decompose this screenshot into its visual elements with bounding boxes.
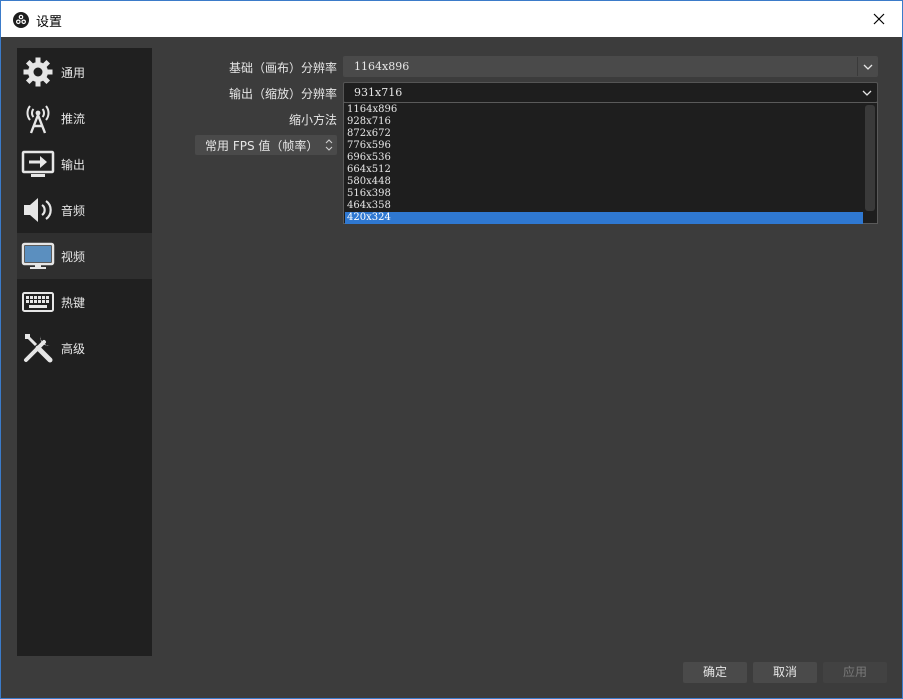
output-resolution-label: 输出（缩放）分辨率 (185, 85, 337, 102)
speaker-icon (20, 192, 56, 228)
window-title: 设置 (36, 11, 62, 30)
downscale-filter-label: 缩小方法 (185, 111, 337, 128)
close-button[interactable] (856, 1, 902, 37)
ok-button[interactable]: 确定 (683, 662, 747, 683)
sidebar-item-label: 音频 (61, 202, 85, 219)
base-resolution-value: 1164x896 (354, 60, 409, 73)
settings-window: 设置 (0, 0, 903, 699)
fps-type-combo[interactable]: 常用 FPS 值（帧率） (195, 135, 337, 155)
settings-sidebar: 通用 推流 (17, 48, 152, 656)
sidebar-item-label: 视频 (61, 248, 85, 265)
broadcast-antenna-icon (20, 100, 56, 136)
sidebar-item-general[interactable]: 通用 (17, 49, 152, 95)
title-bar: 设置 (1, 1, 902, 37)
sidebar-item-stream[interactable]: 推流 (17, 95, 152, 141)
monitor-icon (20, 238, 56, 274)
dropdown-option[interactable]: 872x672 (345, 128, 863, 140)
updown-arrows-icon (323, 137, 335, 153)
dropdown-option[interactable]: 776x596 (345, 140, 863, 152)
obs-logo-icon (13, 12, 29, 28)
tools-icon (20, 330, 56, 366)
sidebar-item-label: 输出 (61, 156, 85, 173)
dropdown-option[interactable]: 464x358 (345, 200, 863, 212)
sidebar-item-label: 热键 (61, 294, 85, 311)
sidebar-item-label: 通用 (61, 64, 85, 81)
dropdown-scrollbar[interactable] (865, 105, 875, 211)
dropdown-option[interactable]: 696x536 (345, 152, 863, 164)
dropdown-option[interactable]: 664x512 (345, 164, 863, 176)
dropdown-option[interactable]: 580x448 (345, 176, 863, 188)
keyboard-icon (20, 284, 56, 320)
sidebar-item-hotkeys[interactable]: 热键 (17, 279, 152, 325)
dropdown-option[interactable]: 1164x896 (345, 104, 863, 116)
sidebar-item-label: 推流 (61, 110, 85, 127)
dropdown-option-selected[interactable]: 420x324 (345, 212, 863, 224)
sidebar-item-label: 高级 (61, 340, 85, 357)
apply-button[interactable]: 应用 (823, 662, 887, 683)
gear-icon (20, 54, 56, 90)
settings-client-area: 通用 推流 (5, 37, 898, 696)
output-resolution-value: 931x716 (354, 86, 402, 99)
base-resolution-label: 基础（画布）分辨率 (185, 59, 337, 76)
dropdown-option[interactable]: 516x398 (345, 188, 863, 200)
chevron-down-icon (857, 83, 877, 102)
fps-type-value: 常用 FPS 值（帧率） (205, 137, 318, 154)
output-resolution-dropdown-list: 1164x896 928x716 872x672 776x596 696x536… (343, 102, 878, 224)
sidebar-item-advanced[interactable]: 高级 (17, 325, 152, 371)
close-icon (873, 13, 885, 25)
sidebar-item-video[interactable]: 视频 (17, 233, 152, 279)
output-monitor-icon (20, 146, 56, 182)
chevron-down-icon (857, 57, 877, 76)
dropdown-option[interactable]: 928x716 (345, 116, 863, 128)
base-resolution-combo[interactable]: 1164x896 (343, 56, 878, 77)
sidebar-item-audio[interactable]: 音频 (17, 187, 152, 233)
sidebar-item-output[interactable]: 输出 (17, 141, 152, 187)
output-resolution-combo[interactable]: 931x716 (343, 82, 878, 103)
cancel-button[interactable]: 取消 (753, 662, 817, 683)
